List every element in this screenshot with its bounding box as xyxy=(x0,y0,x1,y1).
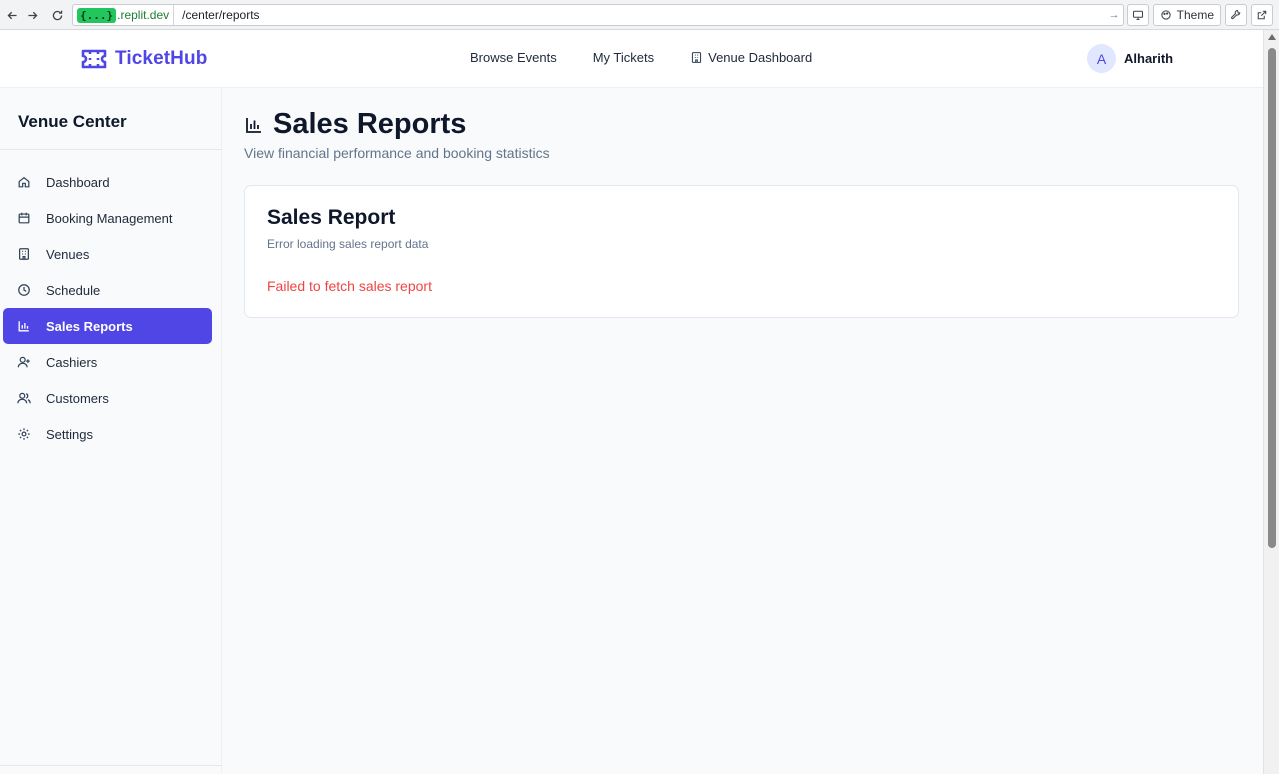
monitor-icon xyxy=(1132,10,1143,21)
ticket-icon xyxy=(81,49,107,69)
sidebar: Venue Center Dashboard Booking Managemen… xyxy=(0,88,222,774)
arrow-left-icon xyxy=(7,11,17,19)
sidebar-item-customers[interactable]: Customers xyxy=(3,380,212,416)
forward-button[interactable] xyxy=(20,3,44,27)
page-subtitle: View financial performance and booking s… xyxy=(244,145,550,161)
app-header: TicketHub Browse Events My Tickets Venue… xyxy=(0,30,1263,88)
url-host-text: .replit.dev xyxy=(117,8,170,22)
sidebar-divider xyxy=(0,149,222,150)
brand-name: TicketHub xyxy=(115,48,208,69)
go-arrow-icon[interactable]: → xyxy=(1105,9,1123,21)
sidebar-item-label: Dashboard xyxy=(46,174,110,190)
reload-icon xyxy=(52,10,62,20)
home-icon xyxy=(18,176,30,188)
nav-venue-dashboard-label: Venue Dashboard xyxy=(708,50,813,65)
nav-venue-dashboard[interactable]: Venue Dashboard xyxy=(690,50,812,65)
nav-my-tickets-label: My Tickets xyxy=(592,50,655,65)
clock-icon xyxy=(18,284,30,296)
url-host: {...} .replit.dev xyxy=(73,5,175,25)
sidebar-footer-divider xyxy=(0,765,222,766)
building-icon xyxy=(19,248,29,260)
open-new-tab-button[interactable] xyxy=(1251,4,1273,26)
user-plus-icon xyxy=(17,356,30,368)
tools-button[interactable] xyxy=(1225,4,1247,26)
user-menu[interactable]: A Alharith xyxy=(1087,44,1173,73)
top-navigation: Browse Events My Tickets Venue Dashboard xyxy=(470,50,848,65)
nav-browse-events-label: Browse Events xyxy=(470,50,557,65)
bar-chart-icon xyxy=(246,117,261,133)
sidebar-item-label: Schedule xyxy=(46,282,101,298)
external-link-icon xyxy=(1257,10,1267,20)
page-header: Sales Reports xyxy=(244,108,466,141)
gear-icon xyxy=(18,428,30,440)
wrench-icon xyxy=(1231,9,1241,20)
sales-report-card: Sales Report Error loading sales report … xyxy=(244,185,1239,318)
error-message: Failed to fetch sales report xyxy=(267,278,432,294)
user-name: Alharith xyxy=(1124,51,1174,66)
url-path[interactable]: /center/reports xyxy=(174,8,1105,22)
nav-browse-events[interactable]: Browse Events xyxy=(470,50,557,65)
address-bar[interactable]: {...} .replit.dev /center/reports → xyxy=(72,4,1124,26)
calendar-icon xyxy=(18,212,30,224)
sidebar-menu: Dashboard Booking Management Venues Sche… xyxy=(3,164,212,452)
sidebar-item-sales-reports[interactable]: Sales Reports xyxy=(3,308,212,344)
sidebar-item-label: Customers xyxy=(46,390,109,406)
brand-logo[interactable]: TicketHub xyxy=(80,47,207,71)
palette-icon xyxy=(1160,10,1171,20)
sidebar-item-label: Booking Management xyxy=(46,210,173,226)
building-icon xyxy=(692,52,702,63)
sidebar-item-venues[interactable]: Venues xyxy=(3,236,212,272)
sidebar-item-settings[interactable]: Settings xyxy=(3,416,212,452)
reload-button[interactable] xyxy=(45,3,69,27)
scroll-thumb[interactable] xyxy=(1268,48,1276,548)
sidebar-item-booking-management[interactable]: Booking Management xyxy=(3,200,212,236)
browser-toolbar: {...} .replit.dev /center/reports → Them… xyxy=(0,0,1279,30)
sidebar-item-schedule[interactable]: Schedule xyxy=(3,272,212,308)
page-scrollbar[interactable] xyxy=(1263,30,1279,774)
theme-button[interactable]: Theme xyxy=(1152,4,1221,26)
arrow-right-icon xyxy=(27,11,37,19)
sidebar-item-label: Cashiers xyxy=(46,354,98,370)
scroll-up-arrow-icon[interactable] xyxy=(1268,34,1276,40)
devices-button[interactable] xyxy=(1126,4,1149,26)
sidebar-item-label: Venues xyxy=(46,246,90,262)
avatar: A xyxy=(1087,44,1116,73)
sidebar-item-label: Settings xyxy=(46,426,93,442)
sidebar-item-cashiers[interactable]: Cashiers xyxy=(3,344,212,380)
users-icon xyxy=(17,392,31,404)
bar-chart-icon xyxy=(18,321,29,332)
nav-my-tickets[interactable]: My Tickets xyxy=(593,50,654,65)
page-title: Sales Reports xyxy=(273,108,467,140)
card-title: Sales Report xyxy=(267,206,396,229)
sidebar-item-label: Sales Reports xyxy=(46,318,133,334)
card-description: Error loading sales report data xyxy=(267,237,429,251)
theme-label: Theme xyxy=(1176,8,1214,22)
replit-badge: {...} xyxy=(77,7,117,23)
sidebar-title: Venue Center xyxy=(18,112,127,131)
sidebar-item-dashboard[interactable]: Dashboard xyxy=(3,164,212,200)
